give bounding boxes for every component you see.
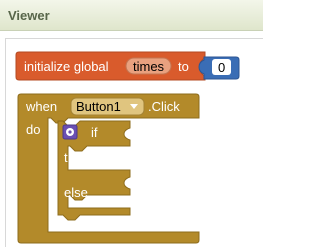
to-label: to <box>178 59 189 74</box>
component-name: Button1 <box>76 99 121 114</box>
when-click-event-block[interactable]: when Button1 .Click do <box>17 93 200 244</box>
event-name: .Click <box>148 99 180 114</box>
if-label: if <box>91 125 98 140</box>
initialize-global-block[interactable]: initialize global times to <box>15 51 206 81</box>
number-value: 0 <box>218 60 225 75</box>
else-label: else <box>64 185 88 200</box>
gear-icon <box>66 128 74 136</box>
variable-name-text: times <box>133 59 165 74</box>
do-label: do <box>26 122 40 137</box>
when-label: when <box>25 99 57 114</box>
then-label: then <box>64 150 89 165</box>
if-then-else-block[interactable]: if then else <box>57 120 131 221</box>
number-block[interactable]: 0 <box>198 56 240 80</box>
initialize-global-label: initialize global <box>24 59 109 74</box>
blocks-canvas[interactable]: initialize global times to 0 when Button… <box>0 0 263 247</box>
